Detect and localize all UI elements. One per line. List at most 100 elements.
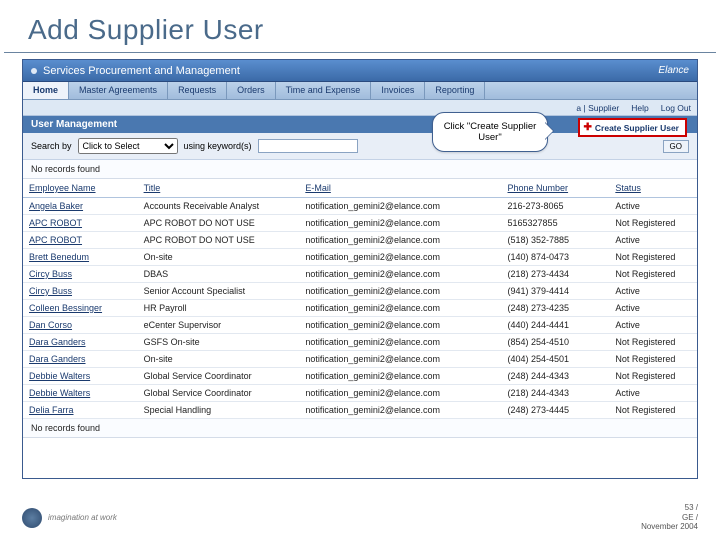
table-row: Dan CorsoeCenter Supervisornotification_…	[23, 317, 697, 334]
footer-page: 53 /	[641, 503, 698, 513]
table-row: Delia FarraSpecial Handlingnotification_…	[23, 402, 697, 419]
cell: notification_gemini2@elance.com	[299, 385, 501, 402]
employee-name-link[interactable]: Circy Buss	[23, 283, 138, 300]
table-row: Dara GandersGSFS On-sitenotification_gem…	[23, 334, 697, 351]
column-header[interactable]: Title	[138, 179, 300, 198]
employee-name-link[interactable]: APC ROBOT	[23, 232, 138, 249]
cell: Active	[609, 317, 697, 334]
employee-name-link[interactable]: Colleen Bessinger	[23, 300, 138, 317]
table-row: APC ROBOTAPC ROBOT DO NOT USEnotificatio…	[23, 215, 697, 232]
cell: On-site	[138, 351, 300, 368]
create-supplier-user-button[interactable]: ✚ Create Supplier User	[578, 118, 687, 137]
help-link[interactable]: Help	[631, 103, 648, 113]
table-row: Colleen BessingerHR Payrollnotification_…	[23, 300, 697, 317]
table-row: Brett BenedumOn-sitenotification_gemini2…	[23, 249, 697, 266]
employee-name-link[interactable]: Angela Baker	[23, 198, 138, 215]
nav-tab-reporting[interactable]: Reporting	[425, 82, 485, 99]
slide-title: Add Supplier User	[0, 0, 720, 52]
create-button-label: Create Supplier User	[595, 123, 679, 133]
cell: (941) 379-4414	[502, 283, 610, 300]
nav-tab-invoices[interactable]: Invoices	[371, 82, 425, 99]
cell: notification_gemini2@elance.com	[299, 402, 501, 419]
nav-tab-time-and-expense[interactable]: Time and Expense	[276, 82, 372, 99]
cell: Active	[609, 198, 697, 215]
brand: Elance	[658, 65, 689, 76]
table-row: Debbie WaltersGlobal Service Coordinator…	[23, 385, 697, 402]
bullet-icon	[31, 68, 37, 74]
supplier-link[interactable]: a | Supplier	[576, 103, 619, 113]
employee-name-link[interactable]: Debbie Walters	[23, 368, 138, 385]
app-header: Services Procurement and Management Elan…	[23, 60, 697, 82]
cell: (854) 254-4510	[502, 334, 610, 351]
search-select[interactable]: Click to Select	[78, 138, 178, 154]
cell: (218) 273-4434	[502, 266, 610, 283]
cell: Senior Account Specialist	[138, 283, 300, 300]
cell: (140) 874-0473	[502, 249, 610, 266]
cell: Not Registered	[609, 334, 697, 351]
column-header[interactable]: Status	[609, 179, 697, 198]
footer-org: GE /	[641, 513, 698, 523]
employee-name-link[interactable]: Delia Farra	[23, 402, 138, 419]
sub-nav: a | Supplier Help Log Out	[23, 100, 697, 116]
cell: (218) 244-4343	[502, 385, 610, 402]
table-row: Angela BakerAccounts Receivable Analystn…	[23, 198, 697, 215]
cell: notification_gemini2@elance.com	[299, 334, 501, 351]
keywords-label: using keyword(s)	[184, 141, 252, 151]
cell: APC ROBOT DO NOT USE	[138, 232, 300, 249]
cell: notification_gemini2@elance.com	[299, 283, 501, 300]
cell: Not Registered	[609, 368, 697, 385]
footer: imagination at work 53 / GE / November 2…	[22, 503, 698, 532]
employee-name-link[interactable]: Brett Benedum	[23, 249, 138, 266]
logout-link[interactable]: Log Out	[661, 103, 691, 113]
column-header[interactable]: Employee Name	[23, 179, 138, 198]
cell: (248) 244-4343	[502, 368, 610, 385]
nav-tab-orders[interactable]: Orders	[227, 82, 276, 99]
cell: 5165327855	[502, 215, 610, 232]
cell: notification_gemini2@elance.com	[299, 266, 501, 283]
table-row: Dara GandersOn-sitenotification_gemini2@…	[23, 351, 697, 368]
cell: HR Payroll	[138, 300, 300, 317]
no-records-top: No records found	[23, 160, 697, 179]
column-header[interactable]: E-Mail	[299, 179, 501, 198]
cell: notification_gemini2@elance.com	[299, 317, 501, 334]
cell: notification_gemini2@elance.com	[299, 198, 501, 215]
cell: notification_gemini2@elance.com	[299, 215, 501, 232]
cell: (248) 273-4235	[502, 300, 610, 317]
employee-name-link[interactable]: Dara Ganders	[23, 334, 138, 351]
employee-name-link[interactable]: Circy Buss	[23, 266, 138, 283]
cell: Special Handling	[138, 402, 300, 419]
table-row: Circy BussDBASnotification_gemini2@elanc…	[23, 266, 697, 283]
cell: (518) 352-7885	[502, 232, 610, 249]
search-input[interactable]	[258, 139, 358, 153]
go-button[interactable]: GO	[663, 140, 689, 153]
cell: notification_gemini2@elance.com	[299, 300, 501, 317]
table-row: Circy BussSenior Account Specialistnotif…	[23, 283, 697, 300]
cell: Accounts Receivable Analyst	[138, 198, 300, 215]
cell: Not Registered	[609, 266, 697, 283]
employee-name-link[interactable]: APC ROBOT	[23, 215, 138, 232]
table-row: APC ROBOTAPC ROBOT DO NOT USEnotificatio…	[23, 232, 697, 249]
employee-name-link[interactable]: Dan Corso	[23, 317, 138, 334]
app-title: Services Procurement and Management	[43, 65, 240, 77]
cell: APC ROBOT DO NOT USE	[138, 215, 300, 232]
employee-name-link[interactable]: Dara Ganders	[23, 351, 138, 368]
app-frame: Services Procurement and Management Elan…	[22, 59, 698, 479]
column-header[interactable]: Phone Number	[502, 179, 610, 198]
cell: GSFS On-site	[138, 334, 300, 351]
cell: notification_gemini2@elance.com	[299, 232, 501, 249]
nav-bar: HomeMaster AgreementsRequestsOrdersTime …	[23, 82, 697, 100]
cell: eCenter Supervisor	[138, 317, 300, 334]
employee-name-link[interactable]: Debbie Walters	[23, 385, 138, 402]
nav-tab-home[interactable]: Home	[23, 82, 69, 99]
ge-logo-icon	[22, 508, 42, 528]
divider	[4, 52, 716, 53]
cell: Not Registered	[609, 249, 697, 266]
cell: notification_gemini2@elance.com	[299, 368, 501, 385]
nav-tab-master-agreements[interactable]: Master Agreements	[69, 82, 168, 99]
nav-tab-requests[interactable]: Requests	[168, 82, 227, 99]
cell: Not Registered	[609, 402, 697, 419]
cell: Global Service Coordinator	[138, 368, 300, 385]
cell: notification_gemini2@elance.com	[299, 351, 501, 368]
cell: (404) 254-4501	[502, 351, 610, 368]
cell: Active	[609, 232, 697, 249]
